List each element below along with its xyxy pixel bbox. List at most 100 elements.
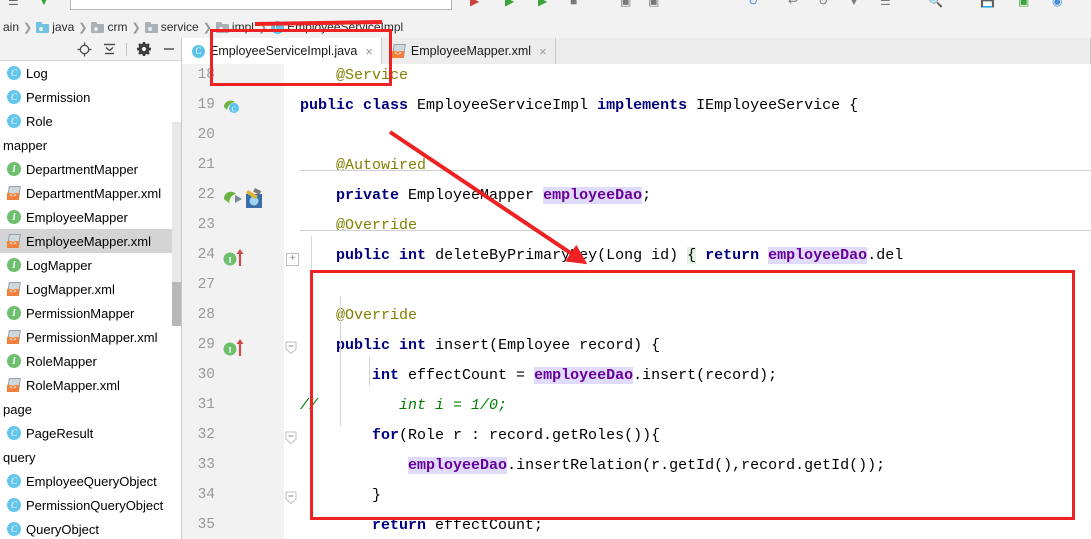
- save-all-icon[interactable]: 💾: [980, 0, 995, 8]
- code-line[interactable]: // int i = 1/0;: [300, 397, 507, 414]
- implementing-method-gutter-icon[interactable]: I: [222, 248, 248, 273]
- fold-collapse-icon[interactable]: [285, 491, 297, 505]
- tree-item-employeequeryobject[interactable]: C EmployeeQueryObject: [0, 469, 181, 493]
- tree-item-rolemapper[interactable]: I RoleMapper: [0, 349, 181, 373]
- tree-item-label: LogMapper.xml: [26, 281, 115, 297]
- undo-icon[interactable]: ↩: [788, 0, 798, 8]
- tree-item-permission[interactable]: C Permission: [0, 85, 181, 109]
- project-tree[interactable]: C Log C Permission C Role mapper I DepartmentMap…: [0, 61, 181, 539]
- tree-item-rolemapper-xml[interactable]: <> RoleMapper.xml: [0, 373, 181, 397]
- tree-item-logmapper[interactable]: I LogMapper: [0, 253, 181, 277]
- tab-employeemapper-xml[interactable]: <> EmployeeMapper.xml ×: [381, 38, 556, 64]
- main-toolbar[interactable]: ☰ ▼ ▶ ▶ ▶ ■ ▣ ▣ ↻ ↩ ↻ ▼ ☰ 🔍 💾 ▣ ◉: [0, 0, 1091, 17]
- code-line[interactable]: for(Role r : record.getRoles()){: [300, 427, 660, 444]
- code-line[interactable]: @Service: [300, 67, 408, 84]
- code-line[interactable]: employeeDao.insertRelation(r.getId(),rec…: [300, 457, 885, 474]
- terminal-icon[interactable]: ▣: [1018, 0, 1029, 8]
- code-line[interactable]: return effectCount;: [300, 517, 543, 534]
- breadcrumb-item-main[interactable]: ain: [0, 20, 19, 34]
- class-icon: C: [271, 20, 285, 34]
- debug-run-icon[interactable]: ▶: [505, 0, 514, 8]
- sync-icon[interactable]: ↻: [748, 0, 758, 8]
- breadcrumb-label: EmployeeServiceImpl: [287, 20, 404, 34]
- fold-collapse-icon[interactable]: [285, 341, 297, 355]
- tree-item-label: query: [3, 449, 36, 465]
- code-line[interactable]: public class EmployeeServiceImpl impleme…: [300, 97, 858, 114]
- tree-item-permissionmapper[interactable]: I PermissionMapper: [0, 301, 181, 325]
- tree-item-query[interactable]: query: [0, 445, 181, 469]
- code-line[interactable]: }: [300, 487, 381, 504]
- tree-item-pageresult[interactable]: C PageResult: [0, 421, 181, 445]
- fold-expand-icon[interactable]: +: [286, 253, 299, 266]
- vcs-update-icon[interactable]: ▼: [848, 0, 860, 8]
- code-line[interactable]: @Override: [300, 307, 417, 324]
- folder-icon: [144, 21, 158, 33]
- breadcrumb-item-employeeserviceimpl[interactable]: C EmployeeServiceImpl: [271, 20, 403, 34]
- interface-icon: I: [6, 258, 22, 272]
- line-number: 34: [197, 487, 215, 503]
- search-everywhere-icon[interactable]: 🔍: [928, 0, 943, 8]
- build-icon[interactable]: ▣: [620, 0, 631, 8]
- tree-item-departmentmapper-xml[interactable]: <> DepartmentMapper.xml: [0, 181, 181, 205]
- autowired-dependency-gutter-icon[interactable]: [222, 188, 270, 215]
- breadcrumb-item-java[interactable]: java: [36, 20, 74, 34]
- code-line[interactable]: public int deleteByPrimaryKey(Long id) {…: [300, 247, 903, 264]
- breadcrumb-item-impl[interactable]: impl: [215, 20, 254, 34]
- breadcrumb-item-service[interactable]: service: [144, 20, 199, 34]
- breadcrumb-label: ain: [3, 20, 20, 34]
- class-icon: C: [6, 114, 22, 128]
- tree-item-employeemapper-xml[interactable]: <> EmployeeMapper.xml: [0, 229, 181, 253]
- tab-employeeserviceimpl-java[interactable]: C EmployeeServiceImpl.java ×: [182, 38, 382, 64]
- ide-window: ☰ ▼ ▶ ▶ ▶ ■ ▣ ▣ ↻ ↩ ↻ ▼ ☰ 🔍 💾 ▣ ◉ ain ❯ …: [0, 0, 1091, 539]
- settings-gear-icon[interactable]: [136, 41, 152, 57]
- vcs-commit-icon[interactable]: ☰: [880, 0, 891, 8]
- tree-item-permissionmapper-xml[interactable]: <> PermissionMapper.xml: [0, 325, 181, 349]
- code-line[interactable]: @Autowired: [300, 157, 426, 174]
- redo-icon[interactable]: ↻: [818, 0, 828, 8]
- tree-item-label: Log: [26, 65, 48, 81]
- breadcrumb-separator: ❯: [131, 21, 141, 34]
- tree-item-role[interactable]: C Role: [0, 109, 181, 133]
- sidebar-scrollbar-track[interactable]: [172, 122, 181, 326]
- class-icon: C: [192, 44, 205, 58]
- editor-tab-bar[interactable]: C EmployeeServiceImpl.java × <> Employee…: [182, 38, 1091, 65]
- breadcrumb[interactable]: ain ❯ java ❯ crm ❯ service ❯ impl ❯ C Em…: [0, 16, 1091, 38]
- locate-file-icon[interactable]: [76, 41, 92, 57]
- tree-item-label: page: [3, 401, 32, 417]
- project-toolbar[interactable]: [0, 38, 181, 61]
- implementing-method-gutter-icon[interactable]: I: [222, 338, 248, 363]
- editor-fold-gutter[interactable]: [284, 64, 300, 539]
- coverage-icon[interactable]: ▶: [538, 0, 547, 8]
- toolbar-divider: [126, 42, 127, 56]
- code-editor[interactable]: 1819C2021222324I+272829I3031323334353637…: [182, 64, 1091, 539]
- tree-item-logmapper-xml[interactable]: <> LogMapper.xml: [0, 277, 181, 301]
- code-line[interactable]: private EmployeeMapper employeeDao;: [300, 187, 651, 204]
- stop-process-icon[interactable]: ■: [570, 0, 577, 8]
- help-icon[interactable]: ◉: [1052, 0, 1062, 8]
- breadcrumb-item-crm[interactable]: crm: [91, 20, 127, 34]
- code-line[interactable]: int effectCount = employeeDao.insert(rec…: [300, 367, 777, 384]
- tree-item-departmentmapper[interactable]: I DepartmentMapper: [0, 157, 181, 181]
- tree-item-page[interactable]: page: [0, 397, 181, 421]
- menu-icon[interactable]: ☰: [8, 0, 19, 8]
- project-tool-window[interactable]: C Log C Permission C Role mapper I DepartmentMap…: [0, 38, 182, 539]
- rebuild-icon[interactable]: ▣: [648, 0, 659, 8]
- collapse-all-icon[interactable]: [101, 41, 117, 57]
- tree-item-permissionqueryobject[interactable]: C PermissionQueryObject: [0, 493, 181, 517]
- run-config-selector[interactable]: [70, 0, 452, 10]
- svg-text:I: I: [228, 256, 231, 265]
- tree-item-log[interactable]: C Log: [0, 61, 181, 85]
- code-line[interactable]: @Override: [300, 217, 417, 234]
- tree-item-employeemapper[interactable]: I EmployeeMapper: [0, 205, 181, 229]
- fold-collapse-icon[interactable]: [285, 431, 297, 445]
- close-icon[interactable]: ×: [365, 44, 373, 59]
- stop-icon[interactable]: ▶: [470, 0, 479, 8]
- run-icon[interactable]: ▼: [38, 0, 50, 8]
- hide-panel-icon[interactable]: [161, 41, 177, 57]
- tree-item-mapper[interactable]: mapper: [0, 133, 181, 157]
- tree-item-queryobject[interactable]: C QueryObject: [0, 517, 181, 539]
- code-line[interactable]: public int insert(Employee record) {: [300, 337, 660, 354]
- close-icon[interactable]: ×: [539, 44, 547, 59]
- sidebar-scrollbar-thumb[interactable]: [172, 282, 181, 326]
- spring-bean-gutter-icon[interactable]: C: [222, 98, 242, 121]
